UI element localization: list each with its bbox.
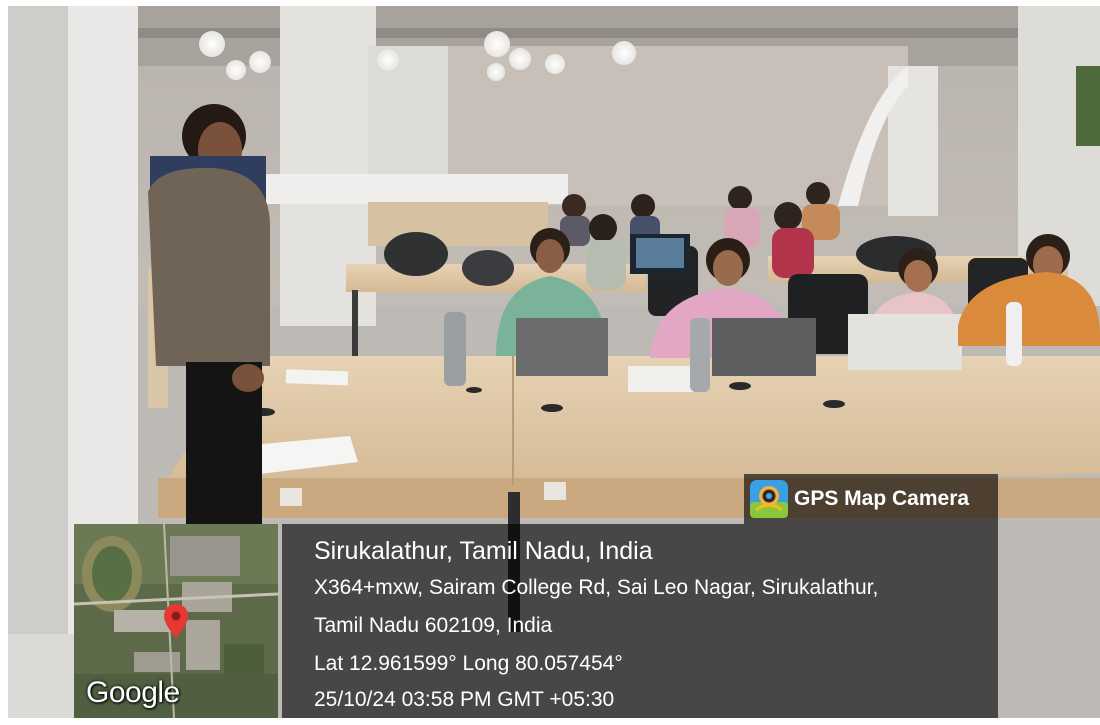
map-pin-icon: [164, 604, 188, 638]
app-badge: GPS Map Camera: [744, 474, 998, 524]
location-info-panel: Sirukalathur, Tamil Nadu, India X364+mxw…: [282, 524, 998, 718]
timestamp: 25/10/24 03:58 PM GMT +05:30: [314, 688, 615, 711]
app-name: GPS Map Camera: [794, 487, 970, 510]
gps-map-camera-icon: [750, 480, 788, 518]
address-line-1: X364+mxw, Sairam College Rd, Sai Leo Nag…: [314, 576, 879, 599]
google-logo: Google: [86, 676, 180, 709]
location-title: Sirukalathur, Tamil Nadu, India: [314, 537, 653, 565]
coordinates: Lat 12.961599° Long 80.057454°: [314, 652, 623, 675]
address-line-2: Tamil Nadu 602109, India: [314, 614, 553, 637]
